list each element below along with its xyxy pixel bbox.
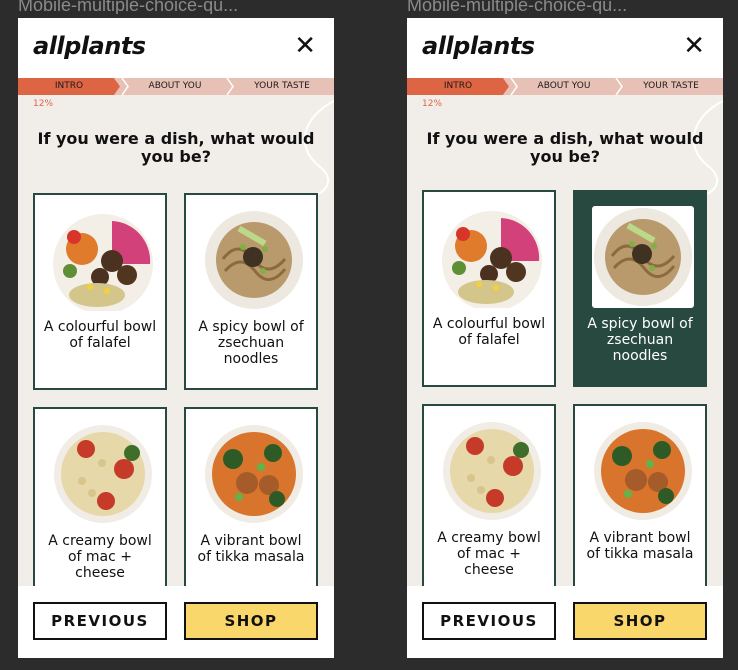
step-intro: INTRO [18, 78, 120, 95]
option-card-falafel[interactable]: A colourful bowl of falafel [422, 190, 556, 387]
progress-steps: INTRO ABOUT YOU YOUR TASTE [407, 78, 723, 95]
mac-cheese-photo [441, 420, 543, 522]
close-icon[interactable]: ✕ [294, 32, 316, 60]
option-label: A spicy bowl of zsechuan noodles [198, 319, 304, 367]
progress-steps: INTRO ABOUT YOU YOUR TASTE [18, 78, 334, 95]
option-card-noodles-selected[interactable]: A spicy bowl of zsechuan noodles [573, 190, 707, 387]
frame-title: Mobile-multiple-choice-qu... [18, 0, 239, 14]
option-label: A creamy bowl of mac + cheese [48, 533, 152, 581]
step-your-taste: YOUR TASTE [254, 81, 310, 91]
step-about-you: ABOUT YOU [537, 81, 591, 91]
previous-button[interactable]: PREVIOUS [422, 602, 556, 640]
tikka-masala-photo [203, 423, 305, 525]
shop-button[interactable]: SHOP [573, 602, 707, 640]
option-label: A vibrant bowl of tikka masala [197, 533, 305, 565]
quiz-screen-unselected: allplants ✕ INTRO ABOUT YOU YOUR TASTE 1… [18, 18, 334, 658]
footer-bar: PREVIOUS SHOP [18, 586, 334, 658]
option-card-mac-cheese[interactable]: A creamy bowl of mac + cheese [422, 404, 556, 601]
question-heading: If you were a dish, what would you be? [37, 129, 315, 166]
quiz-screen-selected: allplants ✕ INTRO ABOUT YOU YOUR TASTE 1… [407, 18, 723, 658]
noodle-bowl-photo [203, 209, 305, 311]
option-card-tikka-masala[interactable]: A vibrant bowl of tikka masala [573, 404, 707, 601]
header: allplants ✕ [18, 18, 334, 78]
header: allplants ✕ [407, 18, 723, 78]
step-intro: INTRO [407, 78, 509, 95]
frame-title: Mobile-multiple-choice-qu... [407, 0, 628, 14]
noodle-bowl-photo [592, 206, 694, 308]
shop-button[interactable]: SHOP [184, 602, 318, 640]
footer-bar: PREVIOUS SHOP [407, 586, 723, 658]
option-card-noodles[interactable]: A spicy bowl of zsechuan noodles [184, 193, 318, 390]
close-icon[interactable]: ✕ [683, 32, 705, 60]
option-label: A vibrant bowl of tikka masala [586, 530, 694, 562]
option-label: A colourful bowl of falafel [43, 319, 157, 351]
option-label: A creamy bowl of mac + cheese [437, 530, 541, 578]
option-label: A colourful bowl of falafel [432, 316, 546, 348]
falafel-bowl-photo [52, 209, 154, 311]
brand-logo[interactable]: allplants [422, 32, 535, 60]
previous-button[interactable]: PREVIOUS [33, 602, 167, 640]
option-label: A spicy bowl of zsechuan noodles [587, 316, 693, 364]
step-your-taste: YOUR TASTE [643, 81, 699, 91]
option-card-falafel[interactable]: A colourful bowl of falafel [33, 193, 167, 390]
progress-percent: 12% [33, 99, 54, 109]
step-about-you: ABOUT YOU [148, 81, 202, 91]
option-card-mac-cheese[interactable]: A creamy bowl of mac + cheese [33, 407, 167, 604]
mac-cheese-photo [52, 423, 154, 525]
brand-logo[interactable]: allplants [33, 32, 146, 60]
question-heading: If you were a dish, what would you be? [426, 129, 704, 166]
option-card-tikka-masala[interactable]: A vibrant bowl of tikka masala [184, 407, 318, 604]
progress-percent: 12% [422, 99, 443, 109]
falafel-bowl-photo [441, 206, 543, 308]
tikka-masala-photo [592, 420, 694, 522]
